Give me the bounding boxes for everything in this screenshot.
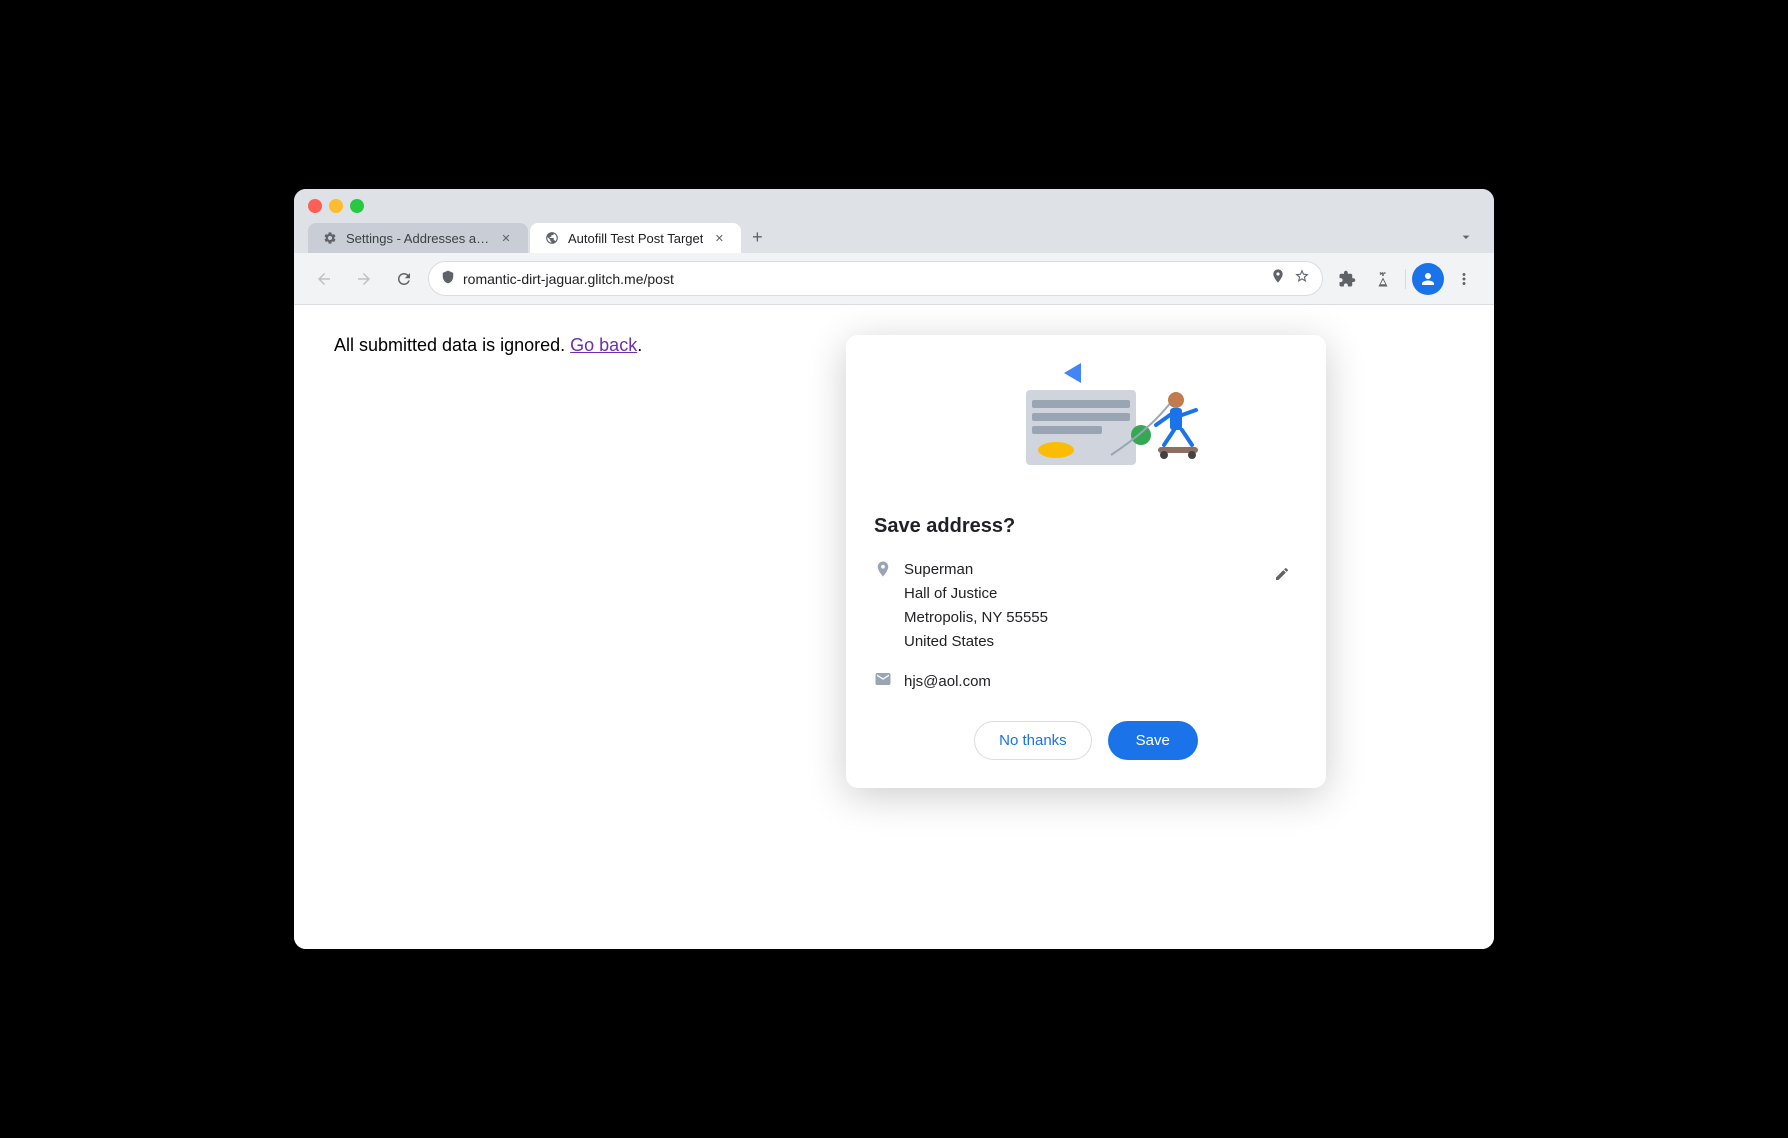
url-display: romantic-dirt-jaguar.glitch.me/post	[463, 271, 1262, 287]
minimize-traffic-light[interactable]	[329, 199, 343, 213]
tab-dropdown-button[interactable]	[1452, 223, 1480, 251]
security-icon	[441, 270, 455, 287]
address-text: Superman Hall of Justice Metropolis, NY …	[904, 558, 1254, 654]
gear-icon	[322, 230, 338, 246]
globe-icon	[544, 230, 560, 246]
labs-button[interactable]	[1367, 263, 1399, 295]
dialog-title: Save address?	[874, 515, 1298, 538]
no-thanks-button[interactable]: No thanks	[974, 721, 1092, 760]
extensions-button[interactable]	[1331, 263, 1363, 295]
forward-button[interactable]	[348, 263, 380, 295]
reload-button[interactable]	[388, 263, 420, 295]
address-line3: United States	[904, 630, 1254, 654]
title-bar: Settings - Addresses and mo ✕ Autofill T…	[294, 189, 1494, 253]
toolbar: romantic-dirt-jaguar.glitch.me/post	[294, 253, 1494, 305]
tab-autofill[interactable]: Autofill Test Post Target ✕	[530, 223, 741, 253]
address-name: Superman	[904, 558, 1254, 582]
tab-autofill-close[interactable]: ✕	[711, 230, 727, 246]
edit-address-button[interactable]	[1266, 558, 1298, 590]
tabs-row: Settings - Addresses and mo ✕ Autofill T…	[308, 223, 1480, 253]
traffic-lights	[308, 199, 1480, 213]
dialog-actions: No thanks Save	[874, 721, 1298, 760]
save-address-dialog: ×	[846, 335, 1326, 788]
maximize-traffic-light[interactable]	[350, 199, 364, 213]
email-row: hjs@aol.com	[874, 670, 1298, 693]
tab-settings-close[interactable]: ✕	[498, 230, 514, 246]
save-button[interactable]: Save	[1108, 721, 1198, 760]
address-line2: Metropolis, NY 55555	[904, 606, 1254, 630]
dialog-illustration	[846, 335, 1326, 495]
email-value: hjs@aol.com	[904, 673, 991, 690]
tab-settings[interactable]: Settings - Addresses and mo ✕	[308, 223, 528, 253]
email-icon	[874, 670, 892, 693]
toolbar-right	[1331, 263, 1480, 295]
back-button[interactable]	[308, 263, 340, 295]
close-traffic-light[interactable]	[308, 199, 322, 213]
address-line1: Hall of Justice	[904, 582, 1254, 606]
omnibox[interactable]: romantic-dirt-jaguar.glitch.me/post	[428, 261, 1323, 296]
location-icon[interactable]	[1270, 268, 1286, 289]
bookmark-icon[interactable]	[1294, 268, 1310, 289]
go-back-link[interactable]: Go back	[570, 335, 637, 355]
address-row: Superman Hall of Justice Metropolis, NY …	[874, 558, 1298, 654]
dialog-body: Save address? Superman Hall of Justice M…	[846, 495, 1326, 788]
profile-button[interactable]	[1412, 263, 1444, 295]
tab-settings-label: Settings - Addresses and mo	[346, 231, 490, 246]
toolbar-divider	[1405, 269, 1406, 289]
page-content: All submitted data is ignored. Go back. …	[294, 305, 1494, 949]
new-tab-button[interactable]: +	[743, 223, 771, 251]
location-pin-icon	[874, 560, 892, 583]
tab-autofill-label: Autofill Test Post Target	[568, 231, 703, 246]
menu-button[interactable]	[1448, 263, 1480, 295]
browser-window: Settings - Addresses and mo ✕ Autofill T…	[294, 189, 1494, 949]
